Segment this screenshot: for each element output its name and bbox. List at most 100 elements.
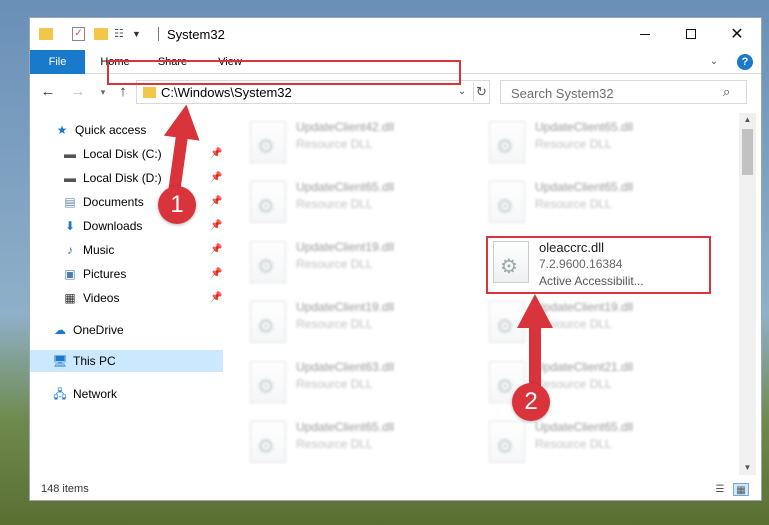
file-item[interactable]: UpdateClient65.dll Resource DLL xyxy=(250,177,470,227)
file-description: Resource DLL xyxy=(296,317,373,331)
file-description: Resource DLL xyxy=(535,437,612,451)
pin-icon[interactable]: 📌 xyxy=(210,143,222,165)
refresh-icon[interactable]: ↻ xyxy=(473,83,489,101)
file-item[interactable]: UpdateClient65.dll Resource DLL xyxy=(250,417,470,467)
details-view-icon[interactable]: ☰ xyxy=(712,483,728,496)
sidebar-item-label: OneDrive xyxy=(73,323,124,337)
file-name: UpdateClient42.dll xyxy=(296,120,395,134)
file-item[interactable]: UpdateClient19.dll Resource DLL xyxy=(250,237,470,287)
scroll-down-arrow-icon[interactable]: ▼ xyxy=(739,461,756,475)
address-dropdown-chevron-icon[interactable]: ⌄ xyxy=(455,84,469,100)
maximize-icon xyxy=(686,29,696,39)
item-count: 148 items xyxy=(41,483,89,495)
file-name: UpdateClient65.dll xyxy=(296,180,395,194)
scroll-up-arrow-icon[interactable]: ▲ xyxy=(739,113,756,127)
sidebar-item-pictures[interactable]: ▣ Pictures 📌 xyxy=(62,263,223,285)
tiles-view-icon[interactable]: ▦ xyxy=(733,483,749,496)
sidebar-item-label: Quick access xyxy=(75,123,147,137)
pin-icon[interactable]: 📌 xyxy=(210,287,222,309)
music-icon: ♪ xyxy=(67,243,73,257)
address-text[interactable]: C:\Windows\System32 xyxy=(161,85,292,100)
dll-file-icon xyxy=(250,301,286,343)
sidebar-item-downloads[interactable]: ⬇ Downloads 📌 xyxy=(62,215,223,237)
file-name: UpdateClient65.dll xyxy=(535,180,634,194)
sidebar-item-onedrive[interactable]: ☁ OneDrive xyxy=(52,319,223,341)
file-description: Resource DLL xyxy=(535,137,612,151)
pin-icon[interactable]: 📌 xyxy=(210,167,222,189)
sidebar-item-label: This PC xyxy=(73,354,116,368)
file-item[interactable]: UpdateClient65.dll Resource DLL xyxy=(489,417,709,467)
sidebar-item-label: Documents xyxy=(83,195,144,209)
close-button[interactable]: ✕ xyxy=(714,18,760,50)
sidebar-item-network[interactable]: 🖧 Network xyxy=(52,383,223,405)
network-icon: 🖧 xyxy=(53,387,67,401)
file-description: Resource DLL xyxy=(296,377,373,391)
file-description: Resource DLL xyxy=(296,257,373,271)
search-placeholder: Search System32 xyxy=(511,86,614,101)
pin-icon[interactable]: 📌 xyxy=(210,215,222,237)
title-bar: ✓ ☷ ▼ System32 ✕ xyxy=(30,18,761,50)
pin-icon[interactable]: 📌 xyxy=(210,191,222,213)
minimize-button[interactable] xyxy=(622,18,668,50)
recent-locations-chevron-icon[interactable]: ▾ xyxy=(93,82,113,102)
folder-icon xyxy=(39,28,53,40)
expand-ribbon-chevron-icon[interactable]: ⌄ xyxy=(708,56,720,68)
file-name: UpdateClient63.dll xyxy=(296,360,395,374)
search-icon[interactable]: ⌕ xyxy=(723,84,730,100)
up-arrow-icon[interactable]: ↑ xyxy=(113,82,133,102)
folder-icon xyxy=(143,87,156,98)
customize-toolbar-chevron-icon[interactable]: ▼ xyxy=(132,27,142,41)
file-description: Resource DLL xyxy=(296,137,373,151)
computer-icon: 🖥 xyxy=(52,354,68,368)
sidebar-item-label: Network xyxy=(73,387,118,401)
file-name: UpdateClient65.dll xyxy=(535,420,634,434)
sidebar-item-label: Videos xyxy=(83,291,120,305)
address-bar-highlight xyxy=(107,60,461,85)
videos-icon: ▦ xyxy=(64,291,76,305)
dll-file-icon xyxy=(250,361,286,403)
star-icon: ★ xyxy=(56,123,68,137)
drive-icon: ▬ xyxy=(64,147,76,161)
properties-icon[interactable]: ☷ xyxy=(114,27,128,41)
help-icon[interactable]: ? xyxy=(737,54,753,70)
file-item[interactable]: UpdateClient63.dll Resource DLL xyxy=(250,357,470,407)
file-item[interactable]: UpdateClient65.dll Resource DLL xyxy=(489,117,709,167)
tab-file[interactable]: File xyxy=(30,50,85,74)
dll-file-icon xyxy=(250,181,286,223)
pin-icon[interactable]: 📌 xyxy=(210,263,222,285)
file-description: Resource DLL xyxy=(296,197,373,211)
file-description: Resource DLL xyxy=(296,437,373,451)
file-item[interactable]: UpdateClient65.dll Resource DLL xyxy=(489,177,709,227)
sidebar-item-label: Pictures xyxy=(83,267,127,281)
callout-badge-2: 2 xyxy=(512,383,550,421)
file-name: UpdateClient19.dll xyxy=(296,300,395,314)
dll-file-icon xyxy=(489,421,525,463)
forward-arrow-icon[interactable]: → xyxy=(68,82,88,102)
properties-check-icon[interactable]: ✓ xyxy=(72,27,85,41)
back-arrow-icon[interactable]: ← xyxy=(38,82,58,102)
file-name: UpdateClient65.dll xyxy=(296,420,395,434)
file-name: UpdateClient19.dll xyxy=(296,240,395,254)
dll-file-icon xyxy=(250,421,286,463)
sidebar-item-label: Music xyxy=(83,243,115,257)
file-name: UpdateClient65.dll xyxy=(535,120,634,134)
sidebar-item-videos[interactable]: ▦ Videos 📌 xyxy=(62,287,223,309)
file-highlight xyxy=(486,236,711,294)
file-item[interactable]: UpdateClient42.dll Resource DLL xyxy=(250,117,470,167)
minimize-icon xyxy=(640,33,650,35)
pictures-icon: ▣ xyxy=(64,267,76,281)
new-folder-icon[interactable] xyxy=(94,28,108,40)
toolbar-separator xyxy=(158,27,159,41)
sidebar-item-label: Downloads xyxy=(83,219,143,233)
dll-file-icon xyxy=(250,241,286,283)
callout-badge-1: 1 xyxy=(158,186,196,224)
vertical-scrollbar[interactable]: ▲ ▼ xyxy=(739,113,756,475)
search-input[interactable]: Search System32 ⌕ xyxy=(500,80,747,104)
window-title: System32 xyxy=(167,27,225,42)
pin-icon[interactable]: 📌 xyxy=(210,239,222,261)
scrollbar-thumb[interactable] xyxy=(742,129,753,175)
file-item[interactable]: UpdateClient19.dll Resource DLL xyxy=(250,297,470,347)
sidebar-item-this-pc[interactable]: 🖥 This PC xyxy=(30,350,223,372)
maximize-button[interactable] xyxy=(668,18,714,50)
sidebar-item-music[interactable]: ♪ Music 📌 xyxy=(62,239,223,261)
